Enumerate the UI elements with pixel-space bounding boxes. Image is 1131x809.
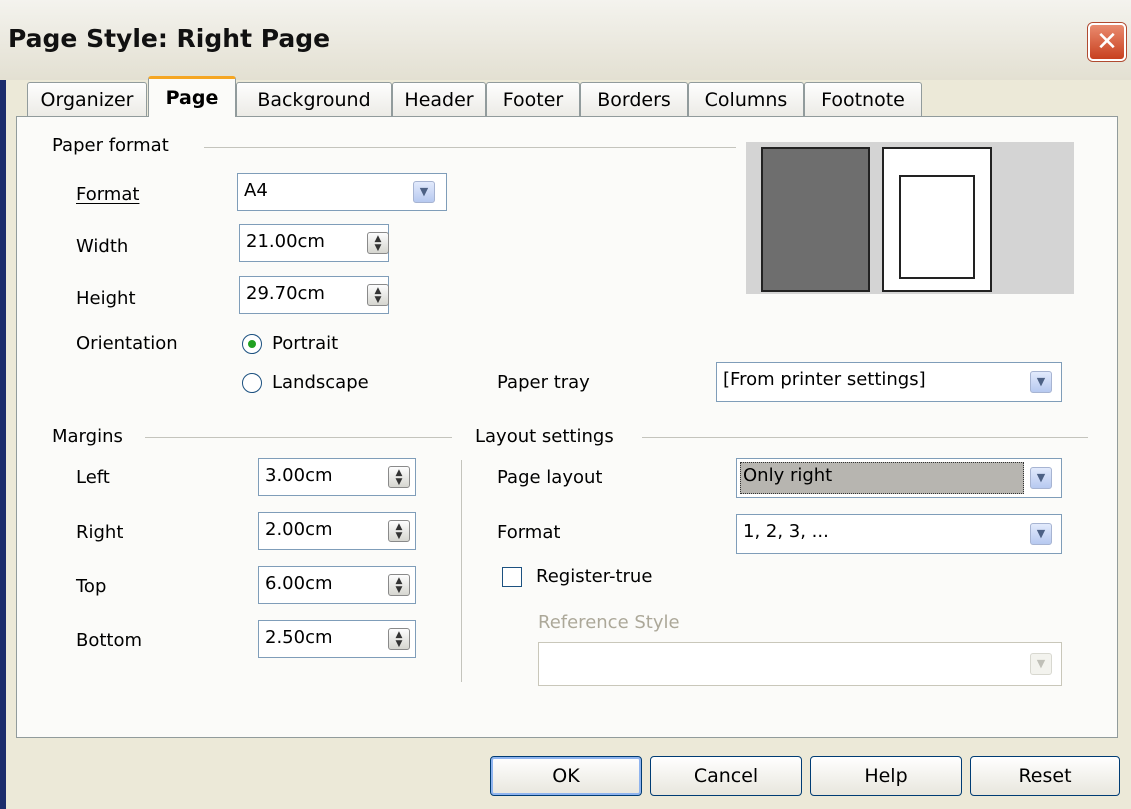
tab-page[interactable]: Page xyxy=(148,76,236,117)
height-spinner[interactable]: ▲ ▼ xyxy=(367,284,389,306)
height-value: 29.70cm xyxy=(246,283,325,304)
numbering-format-dropdown-button[interactable]: ▼ xyxy=(1030,523,1052,545)
spin-down-icon: ▼ xyxy=(395,585,403,595)
close-button[interactable]: ✕ xyxy=(1088,23,1126,61)
margin-right-label: Right xyxy=(76,522,124,543)
tab-background[interactable]: Background xyxy=(236,82,392,116)
help-button[interactable]: Help xyxy=(810,756,962,796)
tab-footer[interactable]: Footer xyxy=(486,82,580,116)
ok-button[interactable]: OK xyxy=(490,756,642,796)
spin-down-icon: ▼ xyxy=(374,295,382,305)
spin-down-icon: ▼ xyxy=(395,477,403,487)
register-true-checkbox[interactable] xyxy=(502,567,522,587)
margin-right-value: 2.00cm xyxy=(265,519,333,540)
orientation-label: Orientation xyxy=(76,333,178,354)
margin-top-spinner[interactable]: ▲ ▼ xyxy=(388,574,410,596)
numbering-format-value: 1, 2, 3, ... xyxy=(743,521,829,542)
spin-down-icon: ▼ xyxy=(374,243,382,253)
margin-top-value: 6.00cm xyxy=(265,573,333,594)
numbering-format-dropdown[interactable]: 1, 2, 3, ... xyxy=(736,514,1062,554)
preview-left-page xyxy=(761,147,870,292)
portrait-label: Portrait xyxy=(272,333,339,354)
tab-header[interactable]: Header xyxy=(392,82,486,116)
section-separator xyxy=(461,460,462,682)
reference-style-dropdown[interactable] xyxy=(538,642,1062,686)
format-dropdown-button[interactable]: ▼ xyxy=(413,181,435,203)
spin-down-icon: ▼ xyxy=(395,531,403,541)
format-label: Format xyxy=(76,184,140,205)
numbering-format-label: Format xyxy=(497,522,561,543)
margin-right-spinner[interactable]: ▲ ▼ xyxy=(388,520,410,542)
radio-selected-dot xyxy=(248,340,256,348)
margins-divider xyxy=(145,437,452,438)
tab-footnote[interactable]: Footnote xyxy=(804,82,922,116)
paper-tray-dropdown[interactable]: [From printer settings] xyxy=(716,362,1062,402)
close-icon: ✕ xyxy=(1096,27,1118,57)
reference-style-label: Reference Style xyxy=(538,612,680,633)
height-label: Height xyxy=(76,288,136,309)
chevron-down-icon: ▼ xyxy=(419,185,429,198)
landscape-radio[interactable] xyxy=(242,373,262,393)
width-spinner[interactable]: ▲ ▼ xyxy=(367,232,389,254)
margins-heading: Margins xyxy=(52,426,123,447)
reference-style-dropdown-button[interactable]: ▼ xyxy=(1030,653,1052,675)
cancel-button[interactable]: Cancel xyxy=(650,756,802,796)
margin-left-spinner[interactable]: ▲ ▼ xyxy=(388,466,410,488)
paper-tray-label: Paper tray xyxy=(497,372,590,393)
page-layout-value: Only right xyxy=(743,465,833,486)
chevron-down-icon: ▼ xyxy=(1036,657,1046,670)
margin-bottom-label: Bottom xyxy=(76,630,143,651)
page-layout-dropdown-button[interactable]: ▼ xyxy=(1030,467,1052,489)
paper-format-divider xyxy=(204,147,736,148)
paper-tray-dropdown-button[interactable]: ▼ xyxy=(1030,371,1052,393)
margin-bottom-spinner[interactable]: ▲ ▼ xyxy=(388,628,410,650)
spin-down-icon: ▼ xyxy=(395,639,403,649)
chevron-down-icon: ▼ xyxy=(1036,375,1046,388)
tab-organizer[interactable]: Organizer xyxy=(27,82,147,116)
page-layout-label: Page layout xyxy=(497,467,603,488)
chevron-down-icon: ▼ xyxy=(1036,471,1046,484)
page-layout-dropdown[interactable]: Only right xyxy=(736,458,1062,498)
register-true-label: Register-true xyxy=(536,566,653,587)
window-frame-left xyxy=(0,80,6,809)
tab-borders[interactable]: Borders xyxy=(580,82,688,116)
paper-tray-value: [From printer settings] xyxy=(723,369,926,390)
margin-left-label: Left xyxy=(76,467,110,488)
window-title: Page Style: Right Page xyxy=(8,24,331,53)
width-label: Width xyxy=(76,236,129,257)
margin-bottom-value: 2.50cm xyxy=(265,627,333,648)
paper-format-heading: Paper format xyxy=(52,135,169,156)
preview-text-area xyxy=(899,175,975,279)
chevron-down-icon: ▼ xyxy=(1036,527,1046,540)
reset-button[interactable]: Reset xyxy=(970,756,1120,796)
landscape-label: Landscape xyxy=(272,372,369,393)
margin-left-value: 3.00cm xyxy=(265,465,333,486)
layout-settings-heading: Layout settings xyxy=(475,426,614,447)
portrait-radio[interactable] xyxy=(242,334,262,354)
title-bar: Page Style: Right Page ✕ xyxy=(0,0,1131,80)
width-value: 21.00cm xyxy=(246,231,325,252)
format-value: A4 xyxy=(244,180,268,201)
tab-columns[interactable]: Columns xyxy=(688,82,804,116)
margin-top-label: Top xyxy=(76,576,107,597)
layout-settings-divider xyxy=(642,437,1088,438)
